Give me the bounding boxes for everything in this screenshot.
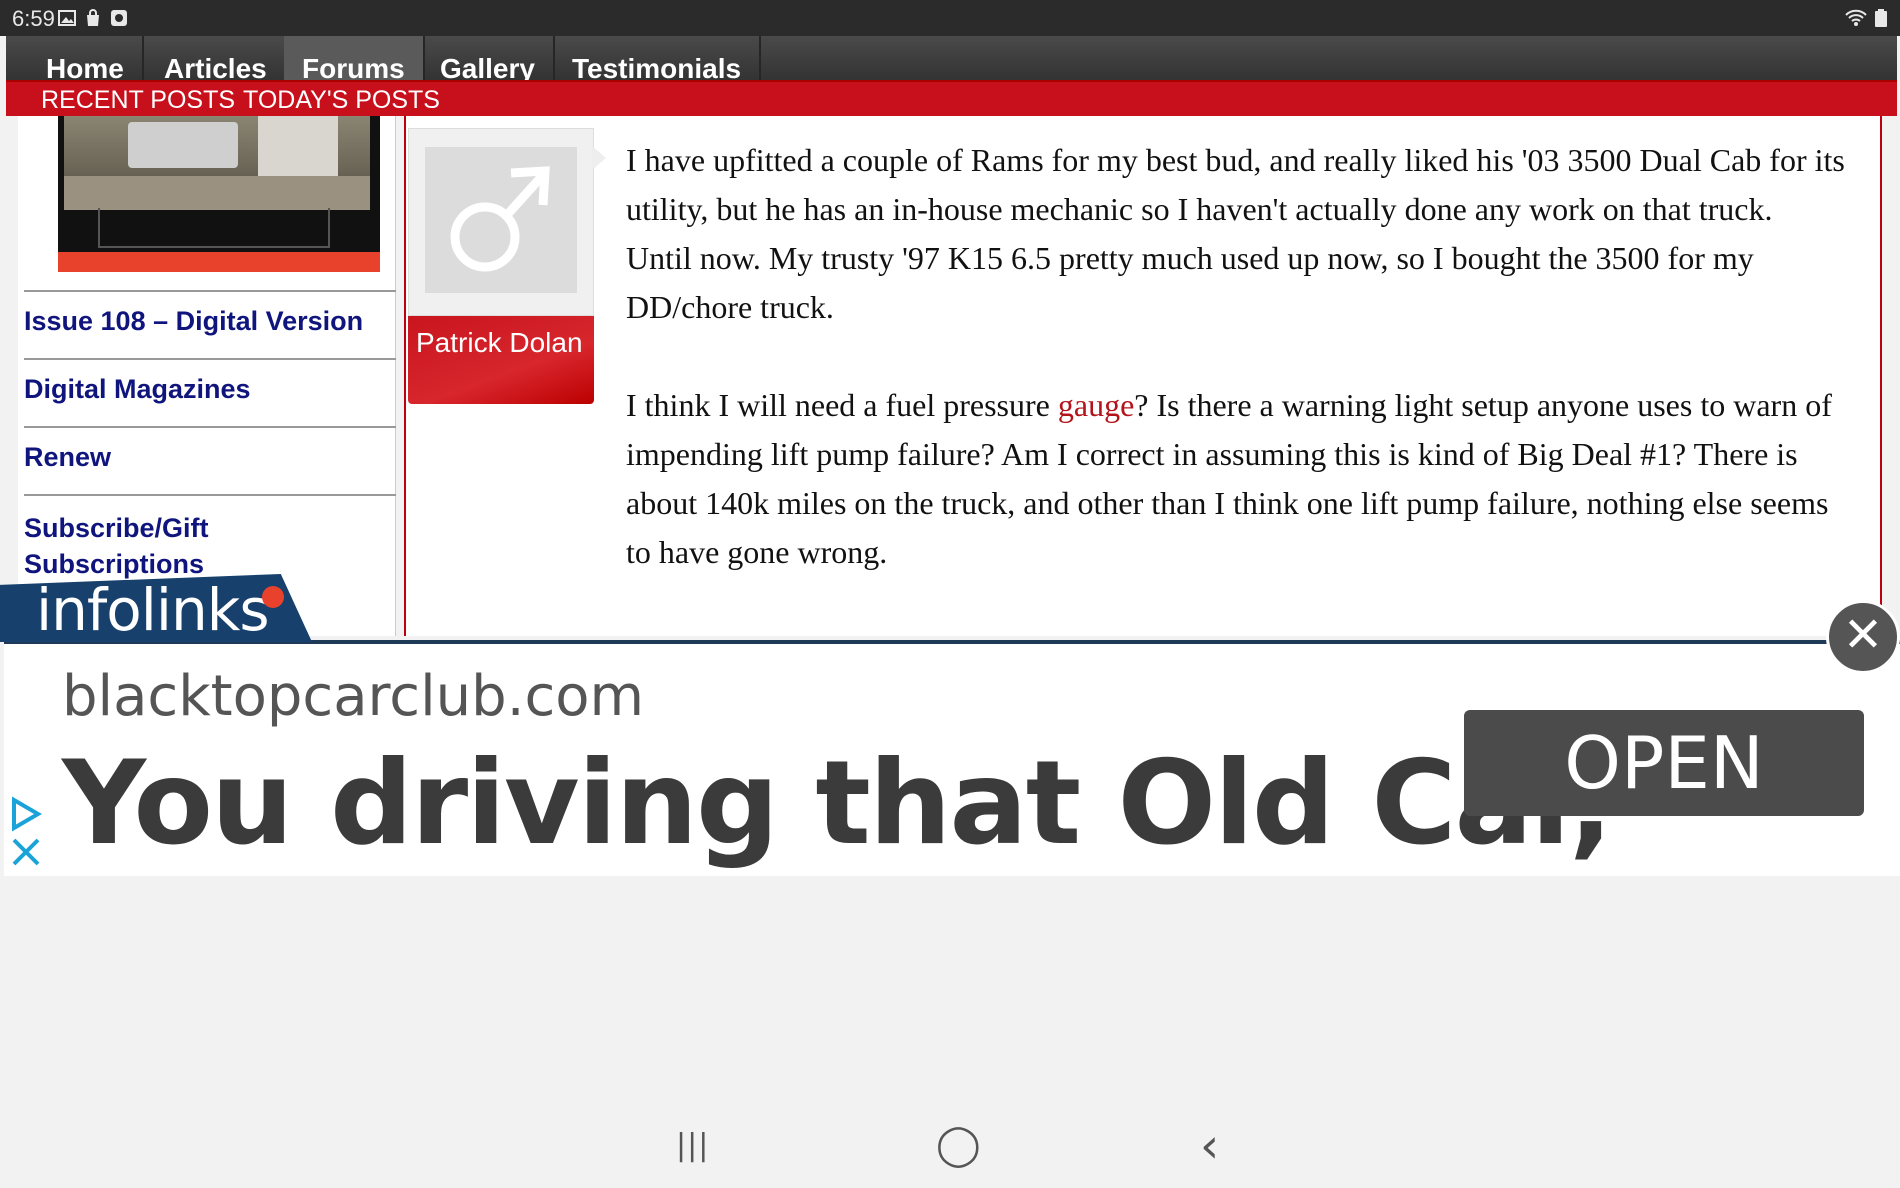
system-nav-bar: ||| ◯ ‹ xyxy=(0,1118,1900,1188)
post-p2-text: I think I will need a fuel pressure xyxy=(626,387,1058,423)
sidebar-link-renew[interactable]: Renew xyxy=(24,426,396,473)
post-body: I have upfitted a couple of Rams for my … xyxy=(626,136,1846,626)
nav-home[interactable]: Home xyxy=(28,36,144,84)
gallery-icon xyxy=(58,10,76,26)
sidebar-link-subscribe[interactable]: Subscribe/Gift Subscriptions xyxy=(24,494,396,582)
cover-strip xyxy=(58,252,380,272)
home-button[interactable]: ◯ xyxy=(936,1122,981,1168)
nav-gallery[interactable]: Gallery xyxy=(422,36,555,84)
ad-headline: You driving that Old Car, xyxy=(62,736,1613,871)
avatar[interactable] xyxy=(408,128,594,316)
cover-truck xyxy=(128,122,238,168)
cover-frame xyxy=(98,208,330,248)
male-symbol-icon xyxy=(450,166,550,272)
status-bar: 6:59 xyxy=(0,0,1900,36)
avatar-placeholder xyxy=(425,147,577,293)
main-nav: Home Articles Forums Gallery Testimonial… xyxy=(6,36,1897,84)
subnav-recent-posts[interactable]: RECENT POSTS xyxy=(41,86,235,115)
infolinks-tab[interactable]: infolinks xyxy=(0,574,312,642)
ad-domain: blacktopcarclub.com xyxy=(62,664,645,729)
nav-testimonials[interactable]: Testimonials xyxy=(554,36,762,84)
keyword-link-gauge[interactable]: gauge xyxy=(1058,387,1134,423)
cover-trailer xyxy=(258,116,338,176)
ad-banner[interactable]: blacktopcarclub.com You driving that Old… xyxy=(4,640,1900,876)
sidebar-link-issue-108[interactable]: Issue 108 – Digital Version xyxy=(24,290,396,337)
post-paragraph-2: I think I will need a fuel pressure gaug… xyxy=(626,381,1846,577)
post-paragraph-1: I have upfitted a couple of Rams for my … xyxy=(626,142,1845,325)
ad-close-button[interactable]: ✕ xyxy=(1826,600,1900,674)
sub-nav: RECENT POSTS TODAY'S POSTS xyxy=(6,80,1897,116)
recents-button[interactable]: ||| xyxy=(676,1128,709,1163)
bag-icon xyxy=(87,9,99,26)
magazine-cover[interactable] xyxy=(58,116,380,272)
nav-articles[interactable]: Articles xyxy=(146,36,287,84)
infolinks-badge xyxy=(262,586,284,608)
nav-forums[interactable]: Forums xyxy=(284,36,425,84)
screen: 6:59 Home Articles Forums Gallery Testim… xyxy=(0,0,1900,1188)
wifi-icon xyxy=(1845,9,1867,26)
avatar-pointer xyxy=(592,146,606,170)
ad-open-button[interactable]: OPEN xyxy=(1464,710,1864,816)
battery-icon xyxy=(1875,9,1887,27)
sidebar-link-digital-magazines[interactable]: Digital Magazines xyxy=(24,358,396,405)
subnav-todays-posts[interactable]: TODAY'S POSTS xyxy=(243,86,440,115)
clock: 6:59 xyxy=(12,6,55,31)
infolinks-logo: infolinks xyxy=(36,576,270,644)
cover-road xyxy=(64,176,370,210)
sidebar: Issue 108 – Digital Version Digital Maga… xyxy=(18,116,396,636)
settings-icon xyxy=(111,10,127,26)
author-name[interactable]: Patrick Dolan xyxy=(408,316,594,404)
adchoices-icon[interactable] xyxy=(8,796,44,866)
back-button[interactable]: ‹ xyxy=(1200,1118,1219,1174)
